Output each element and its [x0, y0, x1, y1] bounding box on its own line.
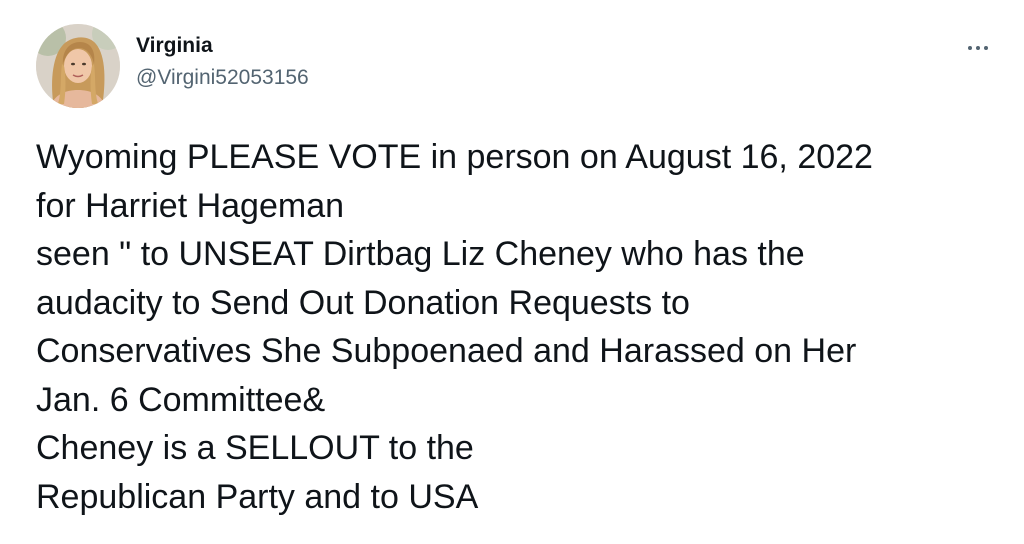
tweet-text-line: for Harriet Hageman: [36, 186, 345, 225]
tweet-text-line: Cheney is a SELLOUT to the: [36, 429, 474, 467]
tweet-text-line: Republican Party and to USA: [36, 477, 479, 516]
tweet-card: Virginia @Virgini52053156 Wyoming PLEASE…: [0, 0, 1024, 544]
more-dot: [976, 46, 980, 50]
tweet-header: Virginia @Virgini52053156: [36, 24, 996, 108]
more-options-icon[interactable]: [960, 36, 996, 60]
tweet-text-line: Wyoming PLEASE VOTE in person on August …: [36, 138, 873, 176]
user-handle[interactable]: @Virgini52053156: [136, 66, 309, 90]
tweet-text-line: Conservatives She Subpoenaed and Harasse…: [36, 332, 857, 370]
tweet-text: Wyoming PLEASE VOTE in person on August …: [36, 133, 996, 521]
avatar[interactable]: [36, 24, 120, 108]
tweet-text-line: audacity to Send Out Donation Requests t…: [36, 283, 690, 322]
more-dot: [968, 46, 972, 50]
profile-photo-icon: [36, 24, 120, 108]
author-names: Virginia @Virgini52053156: [136, 34, 309, 90]
more-dot: [984, 46, 988, 50]
display-name[interactable]: Virginia: [136, 34, 309, 58]
tweet-text-line: Jan. 6 Committee&: [36, 380, 326, 419]
tweet-text-line: seen " to UNSEAT Dirtbag Liz Cheney who …: [36, 235, 805, 273]
